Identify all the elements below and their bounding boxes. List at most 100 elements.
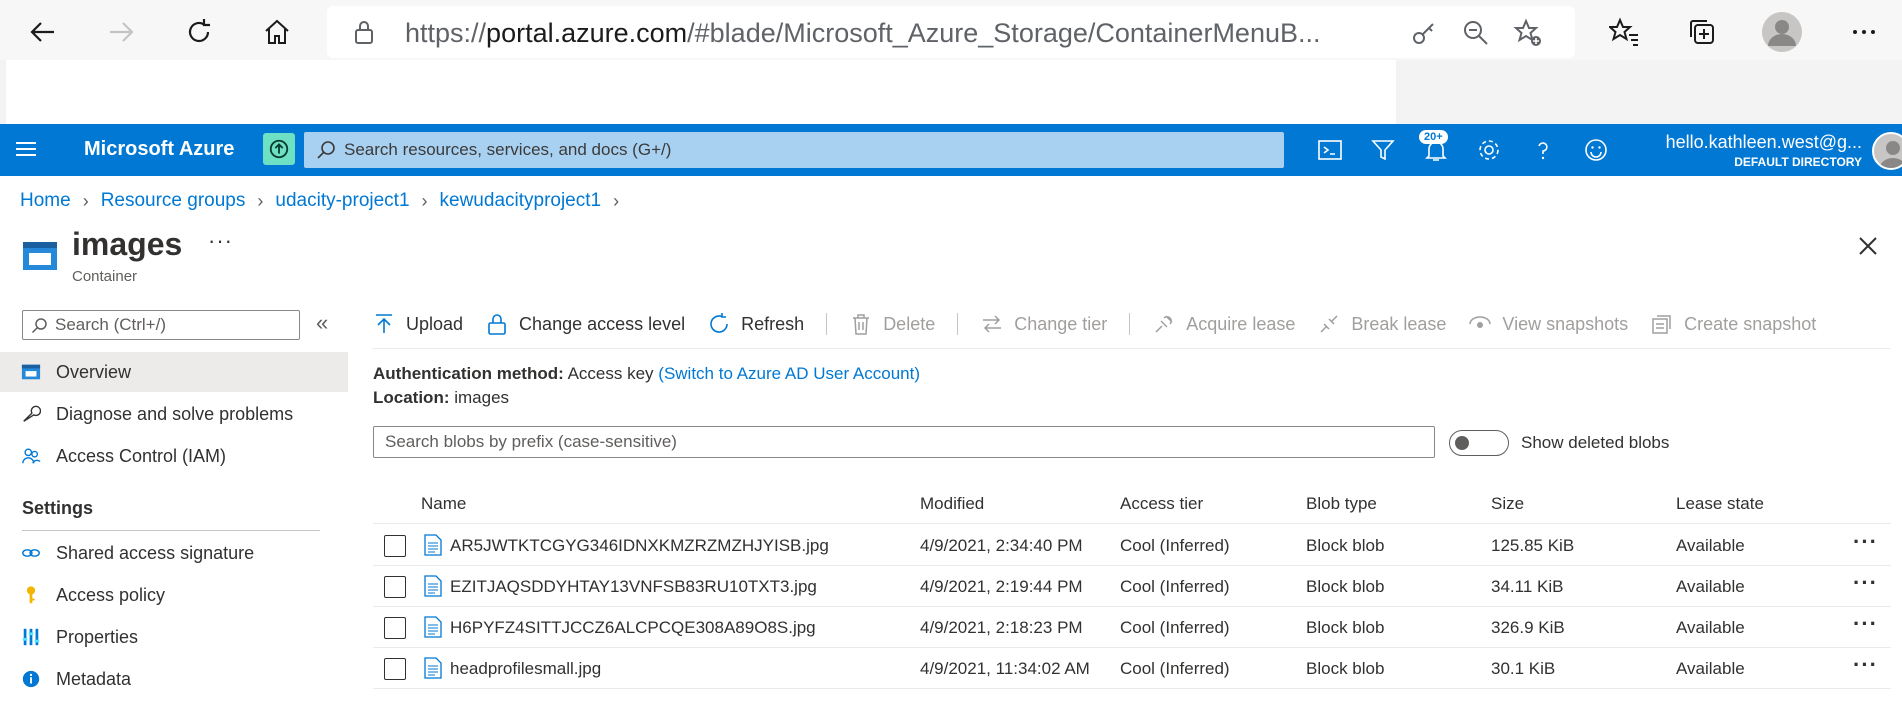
column-header-size[interactable]: Size bbox=[1491, 494, 1524, 514]
table-row[interactable]: EZITJAQSDDYHTAY13VNFSB83RU10TXT3.jpg 4/9… bbox=[373, 566, 1891, 607]
delete-button[interactable]: Delete bbox=[849, 312, 935, 336]
blob-name-link[interactable]: headprofilesmall.jpg bbox=[450, 659, 601, 679]
upgrade-icon[interactable] bbox=[263, 133, 295, 165]
wrench-icon bbox=[20, 403, 42, 425]
directory-filter-icon[interactable] bbox=[1369, 136, 1397, 164]
switch-auth-link[interactable]: (Switch to Azure AD User Account) bbox=[658, 364, 920, 383]
breadcrumb-storage-account[interactable]: kewudacityproject1 bbox=[440, 190, 602, 212]
row-more-icon[interactable]: ··· bbox=[1853, 611, 1878, 637]
url-text[interactable]: https://portal.azure.com/#blade/Microsof… bbox=[405, 18, 1405, 49]
help-icon[interactable] bbox=[1529, 136, 1557, 164]
chevron-right-icon: › bbox=[421, 190, 428, 211]
more-icon[interactable] bbox=[1842, 10, 1886, 54]
zoom-out-icon[interactable] bbox=[1461, 18, 1491, 48]
feedback-smiley-icon[interactable] bbox=[1582, 136, 1610, 164]
table-row[interactable]: headprofilesmall.jpg 4/9/2021, 11:34:02 … bbox=[373, 648, 1891, 689]
column-header-name[interactable]: Name bbox=[421, 494, 466, 514]
cell-blob-type: Block blob bbox=[1306, 577, 1385, 596]
row-more-icon[interactable]: ··· bbox=[1853, 652, 1878, 678]
collapse-nav-button[interactable]: « bbox=[316, 310, 328, 336]
file-icon bbox=[424, 534, 442, 556]
sidebar-item-label: Access policy bbox=[56, 584, 166, 605]
blob-name-link[interactable]: H6PYFZ4SITTJCCZ6ALCPCQE308A89O8S.jpg bbox=[450, 618, 816, 638]
blob-search[interactable] bbox=[373, 426, 1435, 458]
cell-blob-type: Block blob bbox=[1306, 618, 1385, 637]
sidebar-item-overview[interactable]: Overview bbox=[0, 352, 348, 392]
settings-gear-icon[interactable] bbox=[1475, 136, 1503, 164]
view-snapshots-button[interactable]: View snapshots bbox=[1468, 312, 1628, 336]
add-favorite-icon[interactable] bbox=[1513, 18, 1543, 48]
azure-brand[interactable]: Microsoft Azure bbox=[84, 138, 234, 161]
change-tier-button[interactable]: Change tier bbox=[980, 312, 1107, 336]
change-access-level-button[interactable]: Change access level bbox=[485, 312, 685, 336]
breadcrumb: Home › Resource groups › udacity-project… bbox=[20, 190, 631, 212]
location-label: Location: bbox=[373, 388, 450, 407]
blob-search-input[interactable] bbox=[374, 427, 1434, 457]
sidebar-item-diagnose[interactable]: Diagnose and solve problems bbox=[0, 394, 348, 434]
breadcrumb-home[interactable]: Home bbox=[20, 190, 71, 212]
row-checkbox[interactable] bbox=[384, 576, 406, 598]
global-search-input[interactable] bbox=[344, 132, 1264, 168]
location: Location: images bbox=[373, 388, 509, 408]
profile-icon[interactable] bbox=[1760, 10, 1804, 54]
acquire-lease-button[interactable]: Acquire lease bbox=[1152, 312, 1295, 336]
reload-icon[interactable] bbox=[177, 10, 221, 54]
sidebar-item-iam[interactable]: Access Control (IAM) bbox=[0, 436, 348, 476]
break-lease-button[interactable]: Break lease bbox=[1317, 312, 1446, 336]
table-header: Name Modified Access tier Blob type Size… bbox=[373, 490, 1891, 524]
cloud-shell-icon[interactable] bbox=[1316, 136, 1344, 164]
address-bar[interactable]: https://portal.azure.com/#blade/Microsof… bbox=[327, 6, 1575, 58]
refresh-button[interactable]: Refresh bbox=[707, 312, 804, 336]
upload-label: Upload bbox=[406, 313, 464, 334]
forward-icon[interactable] bbox=[99, 10, 143, 54]
sidebar-item-access-policy[interactable]: Access policy bbox=[0, 575, 348, 615]
favorites-icon[interactable] bbox=[1602, 10, 1646, 54]
create-snapshot-button[interactable]: Create snapshot bbox=[1650, 312, 1816, 336]
toolbar-divider bbox=[826, 313, 828, 335]
sidebar-item-properties[interactable]: Properties bbox=[0, 617, 348, 657]
blob-name-link[interactable]: AR5JWTKTCGYG346IDNXKMZRZMZHJYISB.jpg bbox=[450, 536, 829, 556]
nav-search-input[interactable] bbox=[55, 311, 295, 339]
nav-search[interactable] bbox=[22, 310, 300, 340]
close-icon[interactable] bbox=[1854, 232, 1882, 260]
global-search[interactable] bbox=[304, 132, 1284, 168]
blob-name-link[interactable]: EZITJAQSDDYHTAY13VNFSB83RU10TXT3.jpg bbox=[450, 577, 817, 597]
breadcrumb-resource-groups[interactable]: Resource groups bbox=[101, 190, 246, 212]
refresh-icon bbox=[710, 313, 728, 333]
sidebar-item-label: Access Control (IAM) bbox=[56, 445, 227, 466]
toggle-knob bbox=[1455, 436, 1469, 450]
avatar[interactable] bbox=[1872, 132, 1902, 170]
table-row[interactable]: H6PYFZ4SITTJCCZ6ALCPCQE308A89O8S.jpg 4/9… bbox=[373, 607, 1891, 648]
cell-lease-state: Available bbox=[1676, 536, 1745, 555]
title-more-button[interactable]: ··· bbox=[208, 228, 233, 254]
upload-button[interactable]: Upload bbox=[372, 312, 463, 336]
back-icon[interactable] bbox=[21, 10, 65, 54]
row-checkbox[interactable] bbox=[384, 535, 406, 557]
home-icon[interactable] bbox=[255, 10, 299, 54]
column-header-blob-type[interactable]: Blob type bbox=[1306, 494, 1377, 514]
column-header-modified[interactable]: Modified bbox=[920, 494, 984, 514]
key-icon[interactable] bbox=[1409, 18, 1439, 48]
row-checkbox[interactable] bbox=[384, 617, 406, 639]
column-header-access-tier[interactable]: Access tier bbox=[1120, 494, 1203, 514]
account-menu[interactable]: hello.kathleen.west@g... DEFAULT DIRECTO… bbox=[1640, 132, 1862, 169]
info-icon bbox=[20, 668, 42, 690]
sidebar-item-label: Overview bbox=[56, 361, 132, 382]
toolbar-divider-line bbox=[372, 348, 1890, 349]
collections-icon[interactable] bbox=[1680, 10, 1724, 54]
cell-access-tier: Cool (Inferred) bbox=[1120, 618, 1230, 637]
table-row[interactable]: AR5JWTKTCGYG346IDNXKMZRZMZHJYISB.jpg 4/9… bbox=[373, 525, 1891, 566]
row-more-icon[interactable]: ··· bbox=[1853, 529, 1878, 555]
lock-icon bbox=[355, 21, 373, 44]
browser-infobar bbox=[0, 60, 1902, 124]
row-checkbox[interactable] bbox=[384, 658, 406, 680]
column-header-lease-state[interactable]: Lease state bbox=[1676, 494, 1764, 514]
sidebar-item-metadata[interactable]: Metadata bbox=[0, 659, 348, 699]
hamburger-menu-icon[interactable] bbox=[14, 137, 38, 161]
cell-blob-type: Block blob bbox=[1306, 659, 1385, 678]
breadcrumb-resource-group[interactable]: udacity-project1 bbox=[275, 190, 409, 212]
cell-size: 34.11 KiB bbox=[1491, 577, 1564, 596]
show-deleted-toggle[interactable] bbox=[1449, 430, 1509, 456]
row-more-icon[interactable]: ··· bbox=[1853, 570, 1878, 596]
sidebar-item-shared-access-signature[interactable]: Shared access signature bbox=[0, 533, 348, 573]
